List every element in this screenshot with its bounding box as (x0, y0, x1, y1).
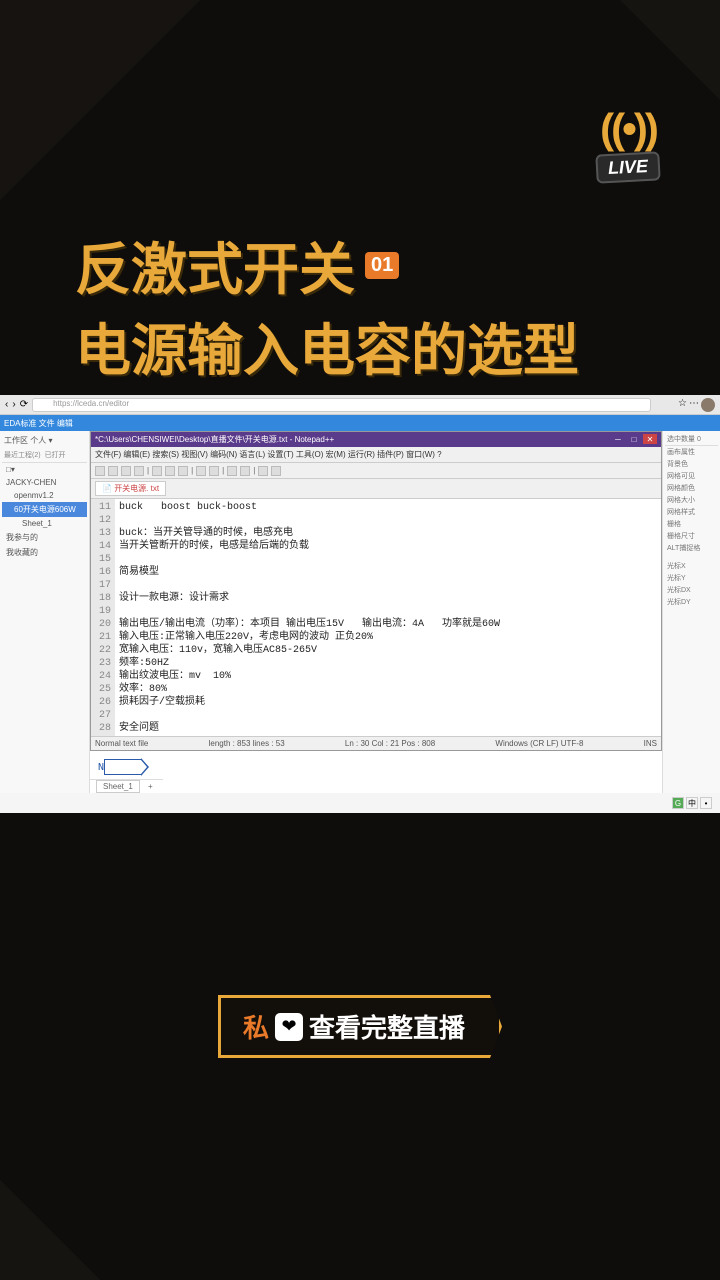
editor-content[interactable]: 11 12 13 14 15 16 17 18 19 20 21 22 23 2… (91, 499, 661, 736)
tree-project-selected[interactable]: 60开关电源606W (2, 502, 87, 517)
broadcast-icon: ((•)) (600, 105, 656, 153)
prop-item[interactable]: 网格可见 (665, 470, 718, 482)
open-icon[interactable] (108, 466, 118, 476)
prop-item[interactable]: 网格大小 (665, 494, 718, 506)
schematic-canvas[interactable]: N Sheet_1 + (90, 751, 662, 793)
status-length: length : 853 lines : 53 (209, 739, 285, 748)
find-icon[interactable] (227, 466, 237, 476)
browser-bar: ‹ › ⟳ https://lceda.cn/editor ☆ ⋯ (0, 395, 720, 415)
code-text[interactable]: buck boost buck-boost buck：当开关管导通的时候，电感充… (115, 499, 661, 736)
close-button[interactable]: ✕ (643, 434, 657, 444)
video-title: 反激式开关 01 电源输入电容的选型 (75, 225, 579, 387)
ime-mode[interactable]: • (700, 797, 712, 809)
net-label-symbol[interactable]: N (98, 759, 142, 775)
copy-icon[interactable] (165, 466, 175, 476)
live-badge: ((•)) LIVE (596, 105, 660, 182)
zoom-out-icon[interactable] (271, 466, 281, 476)
tree-participated[interactable]: 我参与的 (2, 530, 87, 545)
properties-panel: 选中数量 0 画布属性 背景色 网格可见 网格颜色 网格大小 网格样式 栅格 栅… (662, 431, 720, 793)
episode-badge: 01 (365, 252, 399, 279)
heart-icon: ❤ (275, 1013, 303, 1041)
status-filetype: Normal text file (95, 739, 148, 748)
zoom-in-icon[interactable] (258, 466, 268, 476)
minimize-button[interactable]: ─ (611, 434, 625, 444)
forward-icon[interactable]: › (12, 399, 15, 410)
prop-item[interactable]: 网格颜色 (665, 482, 718, 494)
tab-opened[interactable]: 已打开 (45, 450, 66, 460)
url-bar[interactable]: https://lceda.cn/editor (32, 398, 651, 412)
cta-prefix: 私 (243, 1008, 269, 1045)
replace-icon[interactable] (240, 466, 250, 476)
ime-indicator[interactable]: G 中 • (672, 797, 712, 809)
sheet-tab[interactable]: Sheet_1 (96, 780, 140, 793)
selection-count: 选中数量 0 (665, 433, 718, 446)
document-tabs: 📄 开关电源. txt (91, 479, 661, 499)
status-ins: INS (644, 739, 657, 748)
saveall-icon[interactable] (134, 466, 144, 476)
npp-toolbar[interactable]: | | | | (91, 463, 661, 479)
redo-icon[interactable] (209, 466, 219, 476)
prop-item[interactable]: 网格样式 (665, 506, 718, 518)
star-icon[interactable]: ☆ (678, 398, 687, 412)
npp-menubar[interactable]: 文件(F) 编辑(E) 搜索(S) 视图(V) 编码(N) 语言(L) 设置(T… (91, 447, 661, 463)
title-line2: 电源输入电容的选型 (75, 306, 579, 387)
document-tab[interactable]: 📄 开关电源. txt (95, 481, 166, 496)
new-icon[interactable] (95, 466, 105, 476)
maximize-button[interactable]: □ (627, 434, 641, 444)
cta-banner[interactable]: 私 ❤ 查看完整直播 (218, 995, 502, 1058)
window-title: *C:\Users\CHENSIWEI\Desktop\直播文件\开关电源.tx… (95, 434, 334, 445)
prop-item[interactable]: 背景色 (665, 458, 718, 470)
tab-recent[interactable]: 最近工程(2) (4, 450, 41, 460)
desktop-screenshot: ‹ › ⟳ https://lceda.cn/editor ☆ ⋯ EDA标准 … (0, 395, 720, 813)
live-label: LIVE (595, 151, 660, 183)
avatar[interactable] (701, 398, 715, 412)
title-line1: 反激式开关 (75, 225, 355, 306)
ime-lang[interactable]: 中 (686, 797, 698, 809)
window-titlebar[interactable]: *C:\Users\CHENSIWEI\Desktop\直播文件\开关电源.tx… (91, 432, 661, 447)
save-icon[interactable] (121, 466, 131, 476)
cta-text: 查看完整直播 (309, 1008, 465, 1045)
line-gutter: 11 12 13 14 15 16 17 18 19 20 21 22 23 2… (91, 499, 115, 736)
project-sidebar: 工作区 个人 ▾ 最近工程(2) 已打开 □▾ JACKY-CHEN openm… (0, 431, 90, 793)
status-bar: Normal text file length : 853 lines : 53… (91, 736, 661, 750)
tree-project[interactable]: openmv1.2 (2, 489, 87, 502)
status-position: Ln : 30 Col : 21 Pos : 808 (345, 739, 435, 748)
prop-item[interactable]: 光标DX (665, 584, 718, 596)
reload-icon[interactable]: ⟳ (20, 399, 28, 410)
undo-icon[interactable] (196, 466, 206, 476)
tree-favorites[interactable]: 我收藏的 (2, 545, 87, 560)
tree-user[interactable]: JACKY-CHEN (2, 476, 87, 489)
prop-item[interactable]: ALT捕捉格 (665, 542, 718, 554)
tree-expand[interactable]: □▾ (2, 463, 87, 476)
menu-icon[interactable]: ⋯ (689, 398, 699, 412)
notepad-window: *C:\Users\CHENSIWEI\Desktop\直播文件\开关电源.tx… (90, 431, 662, 751)
back-icon[interactable]: ‹ (5, 399, 8, 410)
tree-sheet[interactable]: Sheet_1 (2, 517, 87, 530)
add-sheet-button[interactable]: + (144, 781, 157, 792)
prop-item[interactable]: 光标Y (665, 572, 718, 584)
ime-icon[interactable]: G (672, 797, 684, 809)
prop-item[interactable]: 画布属性 (665, 446, 718, 458)
workspace-selector[interactable]: 工作区 个人 ▾ (2, 433, 87, 448)
prop-item[interactable]: 栅格尺寸 (665, 530, 718, 542)
cut-icon[interactable] (152, 466, 162, 476)
prop-item[interactable]: 光标DY (665, 596, 718, 608)
prop-item[interactable]: 光标X (665, 560, 718, 572)
paste-icon[interactable] (178, 466, 188, 476)
prop-item[interactable]: 栅格 (665, 518, 718, 530)
eda-menu-bar[interactable]: EDA标准 文件 编辑 (0, 415, 720, 431)
status-encoding: Windows (CR LF) UTF-8 (495, 739, 583, 748)
